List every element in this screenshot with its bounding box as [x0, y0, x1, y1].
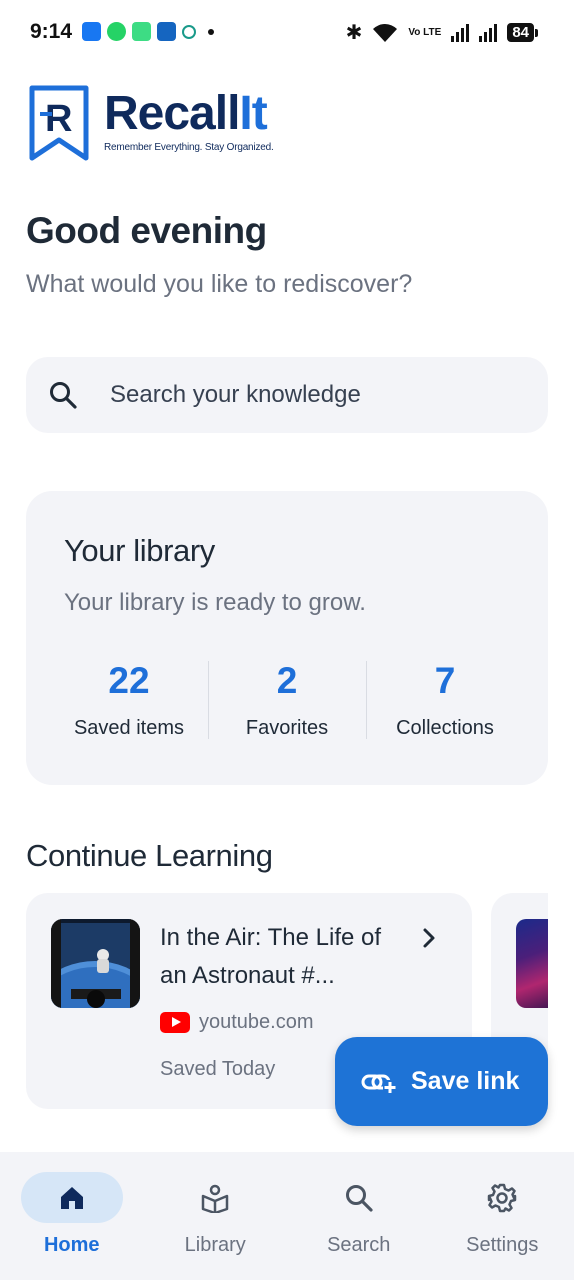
- library-subtitle: Your library is ready to grow.: [64, 589, 366, 616]
- wifi-icon: [372, 23, 398, 43]
- learning-item-source: youtube.com: [160, 1011, 314, 1034]
- app-name-accent: It: [239, 87, 267, 140]
- chevron-right-icon[interactable]: [418, 927, 440, 949]
- youtube-icon: [160, 1012, 190, 1033]
- search-icon: [50, 382, 77, 409]
- volte-label: Vo LTE: [408, 26, 442, 38]
- save-link-label: Save link: [411, 1067, 520, 1095]
- battery-indicator: 84: [507, 23, 538, 42]
- nav-settings[interactable]: Settings: [431, 1152, 574, 1280]
- bottom-navigation: Home Library Search Settings: [0, 1152, 574, 1280]
- search-bar[interactable]: [26, 357, 548, 433]
- stat-collections[interactable]: 7 Collections: [366, 661, 524, 739]
- whatsapp-notification-icon: [107, 22, 126, 41]
- saved-date: Saved Today: [160, 1058, 276, 1080]
- stat-favorites[interactable]: 2 Favorites: [208, 661, 366, 739]
- recallit-logo-icon: R: [29, 85, 89, 161]
- gear-icon: [488, 1183, 517, 1213]
- sync-notification-icon: [182, 24, 196, 39]
- messages-notification-icon: [132, 22, 151, 41]
- nav-label: Settings: [466, 1234, 539, 1256]
- nav-library[interactable]: Library: [144, 1152, 288, 1280]
- system-icons: ✱ Vo LTE 84: [345, 20, 538, 45]
- video-thumbnail: [51, 919, 140, 1008]
- continue-learning-title: Continue Learning: [26, 838, 273, 873]
- nav-search[interactable]: Search: [287, 1152, 431, 1280]
- stat-label: Favorites: [245, 717, 329, 739]
- add-link-icon: [361, 1074, 397, 1094]
- stat-value: 22: [108, 660, 150, 701]
- app-name: RecallIt: [104, 90, 274, 138]
- nav-label: Home: [43, 1234, 100, 1256]
- search-input[interactable]: [110, 381, 510, 409]
- library-title: Your library: [64, 533, 215, 568]
- app-tagline: Remember Everything. Stay Organized.: [104, 142, 274, 153]
- svg-text:R: R: [45, 98, 72, 140]
- brand-header: R RecallIt Remember Everything. Stay Org…: [28, 84, 274, 162]
- phone-notification-icon: [157, 22, 176, 41]
- video-thumbnail: [516, 919, 548, 1008]
- source-domain: youtube.com: [199, 1011, 314, 1033]
- home-icon: [60, 1187, 83, 1209]
- facebook-notification-icon: [82, 22, 101, 41]
- nav-label: Library: [184, 1234, 246, 1256]
- bluetooth-icon: ✱: [345, 22, 363, 44]
- stat-label: Saved items: [73, 717, 185, 739]
- stat-value: 2: [276, 660, 298, 701]
- stat-label: Collections: [396, 717, 494, 739]
- app-name-main: Recall: [104, 87, 240, 140]
- learning-item-title: In the Air: The Life of an Astronaut #..…: [160, 924, 382, 989]
- library-card[interactable]: Your library Your library is ready to gr…: [26, 491, 548, 785]
- notification-icons: [82, 22, 214, 41]
- status-bar: 9:14 ✱ Vo LTE 84: [0, 0, 574, 66]
- status-time: 9:14: [30, 20, 73, 43]
- greeting-title: Good evening: [26, 210, 267, 251]
- stat-value: 7: [434, 660, 456, 701]
- greeting-subtitle: What would you like to rediscover?: [26, 270, 413, 298]
- save-link-button[interactable]: Save link: [335, 1037, 548, 1126]
- more-notifications-icon: [208, 28, 214, 35]
- library-icon: [202, 1184, 229, 1213]
- nav-label: Search: [327, 1234, 391, 1256]
- stat-saved-items[interactable]: 22 Saved items: [50, 660, 208, 740]
- nav-home[interactable]: Home: [0, 1152, 144, 1280]
- signal-icon-2: [479, 23, 498, 42]
- search-icon: [345, 1185, 373, 1212]
- library-stats: 22 Saved items 2 Favorites 7 Collections: [50, 661, 524, 739]
- signal-icon-1: [451, 23, 470, 42]
